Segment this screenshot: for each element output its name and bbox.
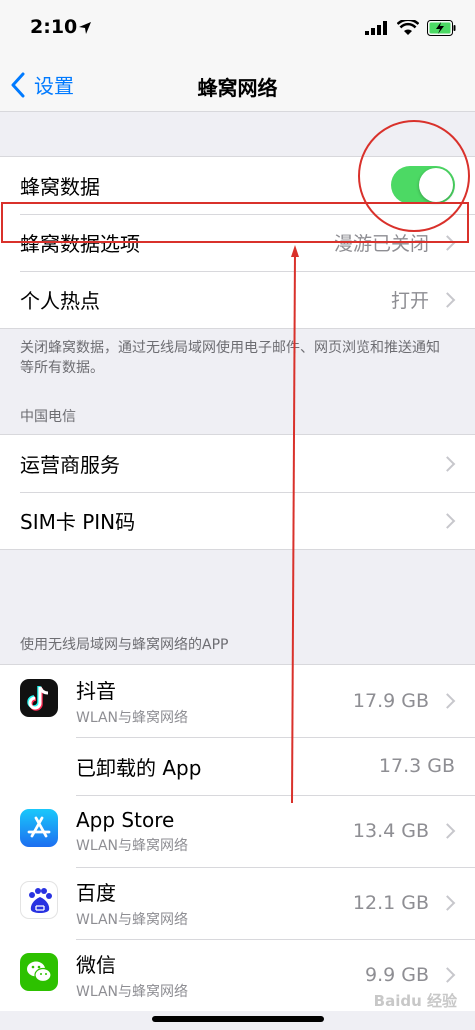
status-icons xyxy=(365,20,457,36)
app-size: 9.9 GB xyxy=(364,964,429,986)
app-network: WLAN与蜂窝网络 xyxy=(76,710,189,726)
app-network: WLAN与蜂窝网络 xyxy=(76,837,189,854)
app-name: 百度 xyxy=(76,881,116,905)
app-name: 已卸载的 App xyxy=(76,755,202,780)
battery-charging-icon xyxy=(427,20,456,36)
sim-pin-label: SIM卡 PIN码 xyxy=(20,510,136,534)
apps-header: 使用无线局域网与蜂窝网络的APP xyxy=(20,637,229,653)
hotspot-label: 个人热点 xyxy=(20,289,100,313)
chevron-right-icon xyxy=(439,895,456,911)
apps-group: 抖音 WLAN与蜂窝网络 17.9 GB 已卸载的 App 17.3 GB Ap… xyxy=(0,664,475,1011)
app-network: WLAN与蜂窝网络 xyxy=(76,984,189,1000)
cellular-footnote: 关闭蜂窝数据，通过无线局域网使用电子邮件、网页浏览和推送通知等所有数据。 xyxy=(20,340,440,376)
chevron-right-icon xyxy=(439,823,456,839)
status-bar: 2:10 xyxy=(0,0,475,58)
cellular-data-label: 蜂窝数据 xyxy=(20,175,100,199)
location-icon xyxy=(79,22,91,34)
carrier-services-row[interactable]: 运营商服务 xyxy=(0,435,475,492)
carrier-header: 中国电信 xyxy=(20,409,76,425)
chevron-right-icon xyxy=(439,291,456,308)
page-title: 蜂窝网络 xyxy=(197,76,278,100)
wechat-icon xyxy=(20,953,58,991)
annotation-rectangle xyxy=(1,202,469,243)
nav-bar: 设置 蜂窝网络 xyxy=(0,58,475,112)
app-size: 13.4 GB xyxy=(352,820,429,842)
chevron-right-icon xyxy=(439,512,456,529)
app-size: 17.3 GB xyxy=(378,755,455,777)
app-row-douyin[interactable]: 抖音 WLAN与蜂窝网络 17.9 GB xyxy=(0,665,475,737)
baidu-icon xyxy=(20,881,58,919)
app-size: 17.9 GB xyxy=(352,690,429,712)
home-indicator[interactable] xyxy=(152,1016,324,1022)
status-time: 2:10 xyxy=(30,16,78,38)
signal-icon xyxy=(365,21,387,35)
app-row-app-store[interactable]: App Store WLAN与蜂窝网络 13.4 GB xyxy=(0,795,475,867)
watermark: Baidu 经验 xyxy=(373,992,457,1010)
carrier-group: 运营商服务 SIM卡 PIN码 xyxy=(0,434,475,550)
app-size: 12.1 GB xyxy=(352,892,429,914)
app-name: App Store xyxy=(76,807,175,832)
app-network: WLAN与蜂窝网络 xyxy=(76,912,189,928)
annotation-arrow-up-icon xyxy=(291,245,299,804)
chevron-right-icon xyxy=(439,693,456,709)
wifi-icon xyxy=(397,20,419,35)
chevron-right-icon xyxy=(439,455,456,472)
carrier-services-label: 运营商服务 xyxy=(20,453,120,477)
sim-pin-row[interactable]: SIM卡 PIN码 xyxy=(0,492,475,549)
hotspot-value: 打开 xyxy=(390,290,429,312)
douyin-icon xyxy=(20,679,58,717)
app-row-uninstalled: 已卸载的 App 17.3 GB xyxy=(0,737,475,795)
hotspot-row[interactable]: 个人热点 打开 xyxy=(0,271,475,328)
app-store-icon xyxy=(20,809,58,847)
app-row-baidu[interactable]: 百度 WLAN与蜂窝网络 12.1 GB xyxy=(0,867,475,939)
chevron-right-icon xyxy=(439,967,456,983)
app-name: 微信 xyxy=(76,953,116,977)
app-name: 抖音 xyxy=(76,679,116,703)
